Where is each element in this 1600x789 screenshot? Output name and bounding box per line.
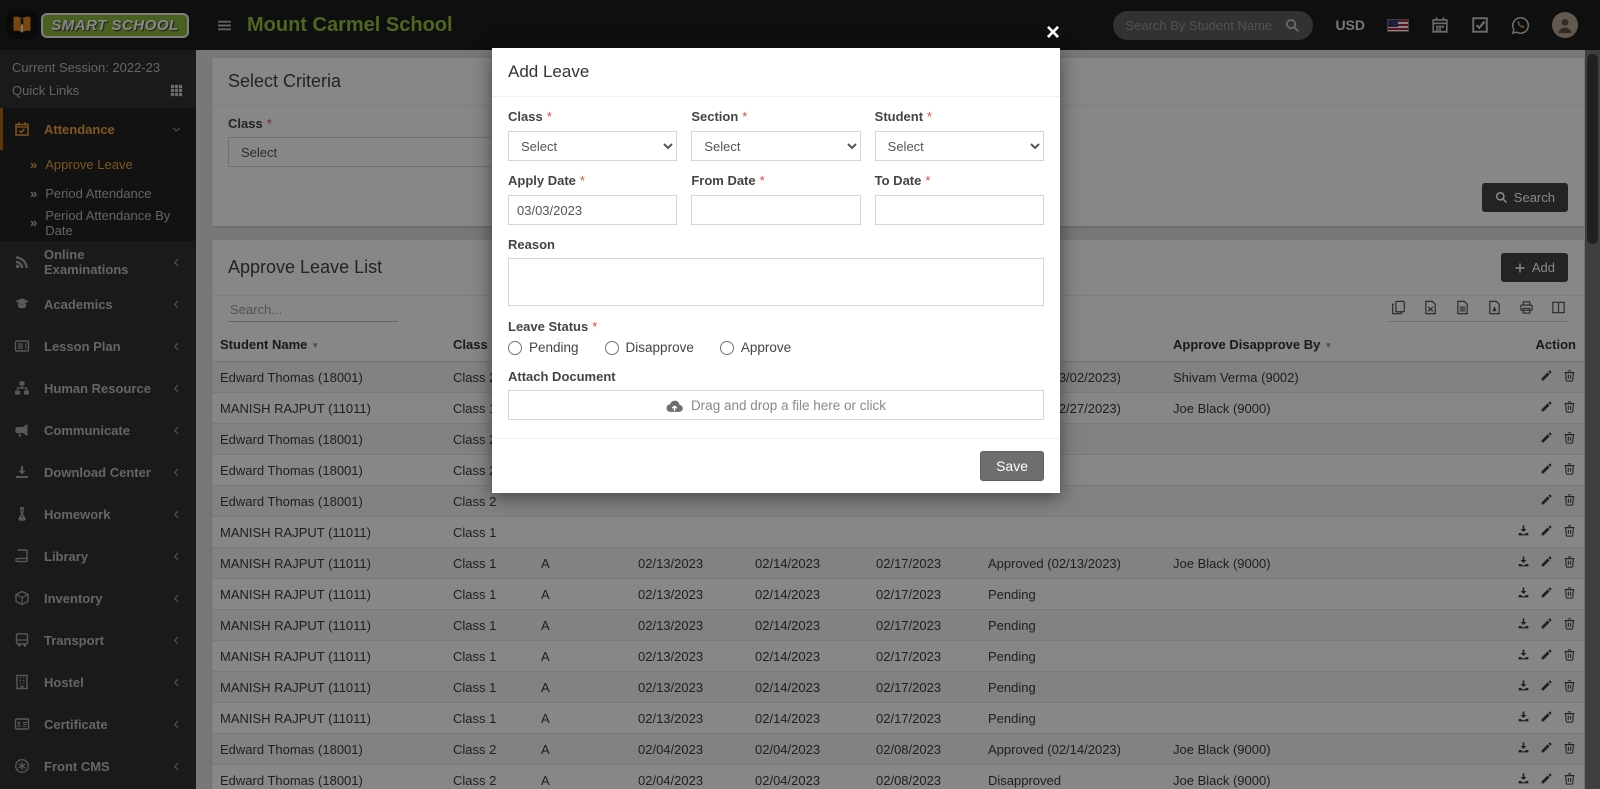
leave-status-option-disapprove[interactable]: Disapprove [605,340,694,355]
from-date-label: From Date [691,173,860,188]
reason-textarea[interactable] [508,258,1044,306]
modal-close-icon[interactable]: × [1046,21,1060,45]
scrollbar-thumb[interactable] [1587,54,1598,244]
attach-document-label: Attach Document [508,369,1044,384]
class-label: Class [508,109,677,124]
add-leave-modal: × Add Leave Class Select Section Select … [492,48,1060,493]
leave-status-option-approve[interactable]: Approve [720,340,791,355]
reason-label: Reason [508,237,1044,252]
apply-date-label: Apply Date [508,173,677,188]
class-select[interactable]: Select [508,131,677,161]
pending-radio[interactable] [508,341,522,355]
student-label: Student [875,109,1044,124]
leave-status-label: Leave Status [508,319,1044,334]
apply-date-input[interactable] [508,195,677,225]
file-dropzone[interactable]: Drag and drop a file here or click [508,390,1044,420]
approve-radio[interactable] [720,341,734,355]
vertical-scrollbar[interactable] [1585,50,1600,789]
save-button[interactable]: Save [980,451,1044,481]
modal-title: Add Leave [508,62,589,81]
leave-status-option-pending[interactable]: Pending [508,340,579,355]
from-date-input[interactable] [691,195,860,225]
dropzone-text: Drag and drop a file here or click [691,398,886,413]
section-label: Section [691,109,860,124]
cloud-upload-icon [666,398,683,413]
to-date-label: To Date [875,173,1044,188]
disapprove-radio[interactable] [605,341,619,355]
to-date-input[interactable] [875,195,1044,225]
student-select[interactable]: Select [875,131,1044,161]
section-select[interactable]: Select [691,131,860,161]
